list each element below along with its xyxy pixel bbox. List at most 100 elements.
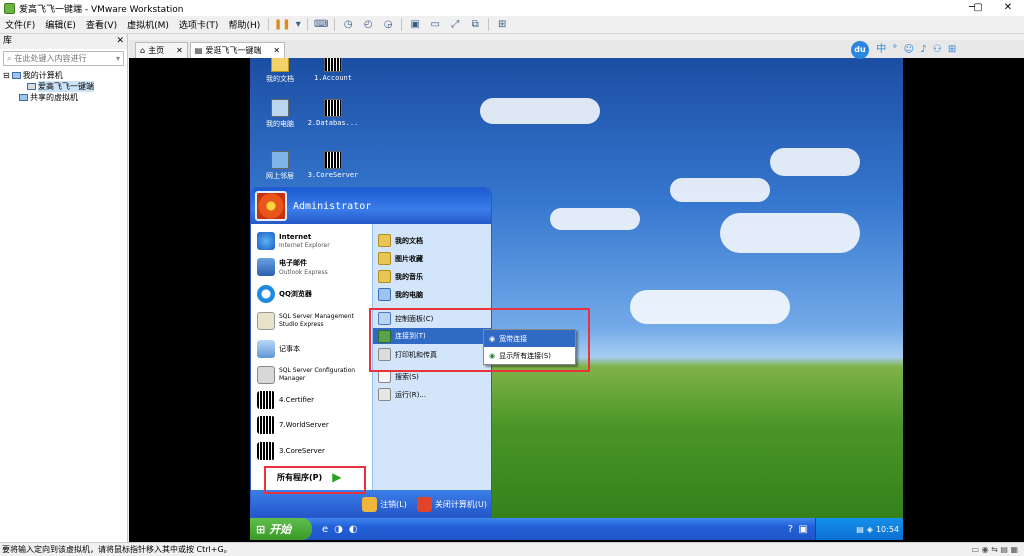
desktop-icon-coreserver[interactable]: 3.CoreServer bbox=[305, 151, 361, 179]
unity-icon[interactable]: ⧉ bbox=[467, 18, 483, 32]
close-button[interactable]: ✕ bbox=[994, 0, 1022, 16]
menu-item-email[interactable]: 电子邮件 Outlook Express bbox=[257, 258, 328, 276]
help-icon[interactable]: ? bbox=[788, 524, 793, 535]
menu-file[interactable]: 文件(F) bbox=[0, 18, 40, 31]
menu-bar: 文件(F) 编辑(E) 查看(V) 虚拟机(M) 选项卡(T) 帮助(H) ❚❚… bbox=[0, 16, 1024, 34]
start-menu-programs: Internet Internet Explorer 电子邮件 Outlook Ex… bbox=[251, 224, 372, 490]
send-ctrl-alt-del-icon[interactable]: ⌨ bbox=[313, 18, 329, 32]
highlight-box-connect bbox=[369, 308, 590, 372]
sql-config-icon bbox=[257, 366, 275, 384]
shutdown-button[interactable]: 关闭计算机(U) bbox=[416, 497, 487, 512]
quicklaunch-app-icon[interactable]: ◑ bbox=[334, 524, 343, 535]
logoff-button[interactable]: 注销(L) bbox=[362, 497, 407, 512]
close-library-icon[interactable]: ✕ bbox=[116, 34, 124, 48]
menu-item-certifier[interactable]: 4.Certifier bbox=[257, 391, 314, 409]
snapshot-icon[interactable]: ◷ bbox=[340, 18, 356, 32]
quicklaunch-browser-icon[interactable]: ◐ bbox=[349, 524, 358, 535]
close-tab-icon[interactable]: ✕ bbox=[176, 46, 183, 55]
place-my-computer[interactable]: 我的电脑 bbox=[378, 288, 423, 301]
menu-item-sql-config[interactable]: SQL Server Configuration Manager bbox=[257, 366, 367, 384]
vm-console[interactable]: 我的文档 1.Account 我的电脑 2.Databas... 网上邻居 3.… bbox=[129, 41, 1024, 542]
internet-explorer-icon bbox=[257, 232, 275, 250]
tree-vm-item[interactable]: 爱高飞飞一键端 bbox=[0, 81, 127, 92]
toolbar-divider bbox=[401, 18, 403, 31]
place-run[interactable]: 运行(R)... bbox=[378, 388, 426, 401]
place-my-music[interactable]: 我的音乐 bbox=[378, 270, 423, 283]
search-icon: ⌕ bbox=[7, 53, 12, 63]
collapse-icon[interactable]: ⊟ bbox=[3, 71, 10, 80]
status-text: 要将输入定向到该虚拟机，请将鼠标指针移入其中或按 Ctrl+G。 bbox=[2, 545, 232, 554]
library-search-input[interactable] bbox=[14, 54, 100, 63]
volume-tray-icon[interactable]: ◈ bbox=[867, 525, 873, 534]
barcode-icon bbox=[257, 391, 275, 409]
menu-tabs[interactable]: 选项卡(T) bbox=[174, 18, 224, 31]
computer-icon bbox=[271, 99, 289, 117]
menu-view[interactable]: 查看(V) bbox=[81, 18, 122, 31]
system-tray: ▤ ◈ 10:54 bbox=[815, 518, 903, 540]
windows-logo-icon: ⊞ bbox=[256, 522, 266, 536]
menu-item-sql-studio[interactable]: SQL Server Management Studio Express bbox=[257, 312, 367, 330]
tree-shared-vms[interactable]: 共享的虚拟机 bbox=[0, 92, 127, 103]
thumbnail-icon[interactable]: ⊞ bbox=[494, 18, 510, 32]
library-title: 库 bbox=[3, 36, 13, 46]
user-icon[interactable]: ⚇ bbox=[933, 44, 942, 55]
grid-menu-icon[interactable]: ⊞ bbox=[948, 44, 956, 55]
desktop-icon-my-documents[interactable]: 我的文档 bbox=[252, 58, 308, 84]
desktop-icon-database[interactable]: 2.Databas... bbox=[305, 99, 361, 127]
desktop-icon-network[interactable]: 网上邻居 bbox=[252, 151, 308, 181]
guest-desktop[interactable]: 我的文档 1.Account 我的电脑 2.Databas... 网上邻居 3.… bbox=[250, 58, 903, 540]
language-bar-icon[interactable]: ▣ bbox=[799, 524, 808, 535]
menu-item-coreserver[interactable]: 3.CoreServer bbox=[257, 442, 325, 460]
search-dropdown-icon[interactable]: ▾ bbox=[116, 54, 120, 63]
desktop-icon-account[interactable]: 1.Account bbox=[305, 58, 361, 82]
tree-my-computer[interactable]: ⊟ 我的计算机 bbox=[0, 70, 127, 81]
ime-toolbar: du 中 ° ☺ ♪ ⚇ ⊞ bbox=[851, 40, 961, 60]
close-tab-icon[interactable]: ✕ bbox=[273, 46, 280, 55]
revert-snapshot-icon[interactable]: ◴ bbox=[360, 18, 376, 32]
menu-vm[interactable]: 虚拟机(M) bbox=[122, 18, 174, 31]
library-search[interactable]: ⌕ ▾ bbox=[3, 51, 124, 66]
status-bar: 要将输入定向到该虚拟机，请将鼠标指针移入其中或按 Ctrl+G。 ▭ ◉ ⇆ ▤… bbox=[0, 542, 1024, 556]
quicklaunch-ie-icon[interactable]: e bbox=[322, 524, 328, 535]
ime-language-toggle[interactable]: 中 bbox=[876, 44, 886, 55]
snapshot-manager-icon[interactable]: ◶ bbox=[380, 18, 396, 32]
window-title: 爱高飞飞一键端 - VMware Workstation bbox=[19, 4, 184, 15]
tab-vm[interactable]: ▤ 爱逛飞飞一键端 ✕ bbox=[189, 42, 286, 58]
outlook-icon bbox=[257, 258, 275, 276]
emoji-icon[interactable]: ☺ bbox=[904, 44, 914, 55]
maximize-button[interactable]: ▢ bbox=[964, 0, 992, 16]
user-avatar-icon bbox=[255, 191, 287, 221]
fullscreen-icon[interactable]: ⤢ bbox=[447, 18, 463, 32]
voice-icon[interactable]: ♪ bbox=[920, 44, 926, 55]
menu-item-notepad[interactable]: 记事本 bbox=[257, 340, 300, 358]
pause-icon[interactable]: ❚❚ bbox=[274, 18, 291, 32]
user-name: Administrator bbox=[293, 200, 372, 212]
menu-edit[interactable]: 编辑(E) bbox=[40, 18, 81, 31]
title-bar: 爱高飞飞一键端 - VMware Workstation ─ ▢ ✕ bbox=[0, 0, 1024, 16]
place-my-pictures[interactable]: 图片收藏 bbox=[378, 252, 423, 265]
device-icons[interactable]: ▭ ◉ ⇆ ▤ ▦ bbox=[971, 543, 1018, 556]
start-button[interactable]: ⊞ 开始 bbox=[250, 518, 312, 540]
barcode-icon bbox=[257, 416, 275, 434]
menu-item-worldserver[interactable]: 7.WorldServer bbox=[257, 416, 329, 434]
punctuation-icon[interactable]: ° bbox=[892, 44, 897, 55]
baidu-ime-logo[interactable]: du bbox=[851, 41, 869, 59]
network-tray-icon[interactable]: ▤ bbox=[856, 525, 864, 534]
toolbar-divider bbox=[307, 18, 309, 31]
toolbar-divider bbox=[334, 18, 336, 31]
barcode-icon bbox=[324, 151, 342, 169]
console-view-icon[interactable]: ▭ bbox=[427, 18, 443, 32]
menu-item-internet[interactable]: Internet Internet Explorer bbox=[257, 232, 330, 250]
tab-home[interactable]: ⌂ 主页 ✕ bbox=[135, 42, 188, 58]
vm-tab-icon: ▤ bbox=[194, 46, 203, 55]
highlight-box-programs bbox=[264, 466, 366, 494]
sql-server-icon bbox=[257, 312, 275, 330]
dropdown-arrow-icon[interactable]: ▾ bbox=[294, 18, 302, 32]
vm-icon bbox=[27, 83, 36, 90]
menu-help[interactable]: 帮助(H) bbox=[223, 18, 265, 31]
desktop-icon-my-computer[interactable]: 我的电脑 bbox=[252, 99, 308, 129]
place-my-documents[interactable]: 我的文档 bbox=[378, 234, 423, 247]
menu-item-qq-browser[interactable]: QQ浏览器 bbox=[257, 285, 312, 303]
show-library-icon[interactable]: ▣ bbox=[407, 18, 423, 32]
clock: 10:54 bbox=[875, 524, 899, 534]
